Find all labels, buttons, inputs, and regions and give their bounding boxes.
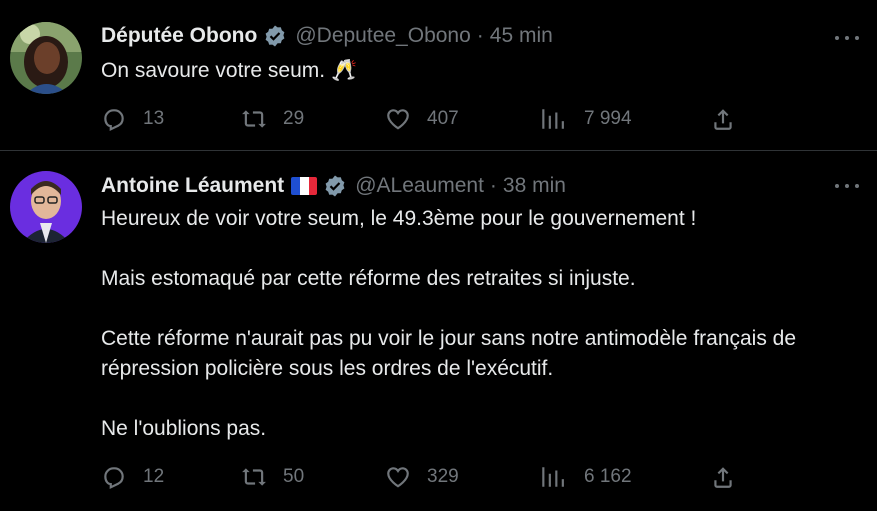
timestamp[interactable]: 38 min — [503, 174, 566, 198]
views-count: 6 162 — [584, 466, 632, 487]
tweet-paragraph: Mais estomaqué par cette réforme des ret… — [101, 267, 636, 290]
heart-icon — [387, 109, 409, 130]
retweet-icon — [242, 110, 266, 128]
avatar[interactable] — [10, 171, 82, 243]
author-handle[interactable]: @Deputee_Obono — [295, 24, 470, 48]
avatar-photo — [10, 171, 82, 243]
tweet-paragraph: Ne l'oublions pas. — [101, 417, 267, 440]
verified-badge-icon — [323, 174, 347, 198]
heart-icon — [387, 467, 409, 488]
reply-button[interactable]: 13 — [101, 104, 164, 134]
author-handle[interactable]: @ALeaument — [355, 174, 484, 198]
verified-badge-icon — [263, 24, 287, 48]
tweet-text: Heureux de voir votre seum, le 49.3ème p… — [101, 204, 847, 444]
timestamp[interactable]: 45 min — [490, 24, 553, 48]
tweet[interactable]: Députée Obono @Deputee_Obono · 45 min On… — [0, 0, 877, 151]
reply-button[interactable]: 12 — [101, 462, 164, 492]
views-chart-icon — [542, 109, 564, 129]
share-button[interactable] — [710, 104, 736, 134]
more-options-icon[interactable] — [835, 26, 859, 50]
views-button[interactable]: 6 162 — [539, 462, 632, 492]
tweet-paragraph: Heureux de voir votre seum, le 49.3ème p… — [101, 207, 697, 230]
like-button[interactable]: 407 — [385, 104, 459, 134]
tweet-header: Députée Obono @Deputee_Obono · 45 min — [101, 22, 553, 50]
author-name[interactable]: Députée Obono — [101, 24, 257, 48]
more-options-icon[interactable] — [835, 174, 859, 198]
reply-icon — [104, 467, 124, 490]
retweet-count: 50 — [283, 466, 305, 487]
reply-count: 12 — [143, 466, 165, 487]
separator-dot: · — [489, 174, 497, 197]
retweet-count: 29 — [283, 108, 305, 129]
share-button[interactable] — [710, 462, 736, 492]
like-count: 329 — [427, 466, 459, 487]
france-flag-icon — [291, 177, 318, 195]
reply-count: 13 — [143, 108, 165, 129]
share-icon — [714, 109, 732, 130]
retweet-button[interactable]: 29 — [241, 104, 304, 134]
views-count: 7 994 — [584, 108, 632, 129]
tweet-actions: 12 50 329 6 162 — [101, 462, 761, 492]
reply-icon — [104, 109, 124, 132]
retweet-icon — [242, 468, 266, 486]
share-icon — [714, 467, 732, 488]
like-count: 407 — [427, 108, 459, 129]
clinking-glasses-emoji: 🥂 — [330, 59, 358, 82]
tweet[interactable]: Antoine Léaument @ALeaument · 38 min Heu… — [0, 152, 877, 511]
tweet-paragraph: Cette réforme n'aurait pas pu voir le jo… — [101, 327, 797, 380]
tweet-text-line: On savoure votre seum. — [101, 59, 326, 82]
retweet-button[interactable]: 50 — [241, 462, 304, 492]
tweet-text: On savoure votre seum. 🥂 — [101, 56, 847, 86]
tweet-header: Antoine Léaument @ALeaument · 38 min — [101, 172, 566, 200]
like-button[interactable]: 329 — [385, 462, 459, 492]
separator-dot: · — [476, 24, 484, 47]
avatar-photo — [10, 22, 82, 94]
views-chart-icon — [542, 467, 564, 487]
author-name[interactable]: Antoine Léaument — [101, 174, 284, 198]
views-button[interactable]: 7 994 — [539, 104, 632, 134]
tweet-actions: 13 29 407 7 994 — [101, 104, 761, 134]
avatar[interactable] — [10, 22, 82, 94]
